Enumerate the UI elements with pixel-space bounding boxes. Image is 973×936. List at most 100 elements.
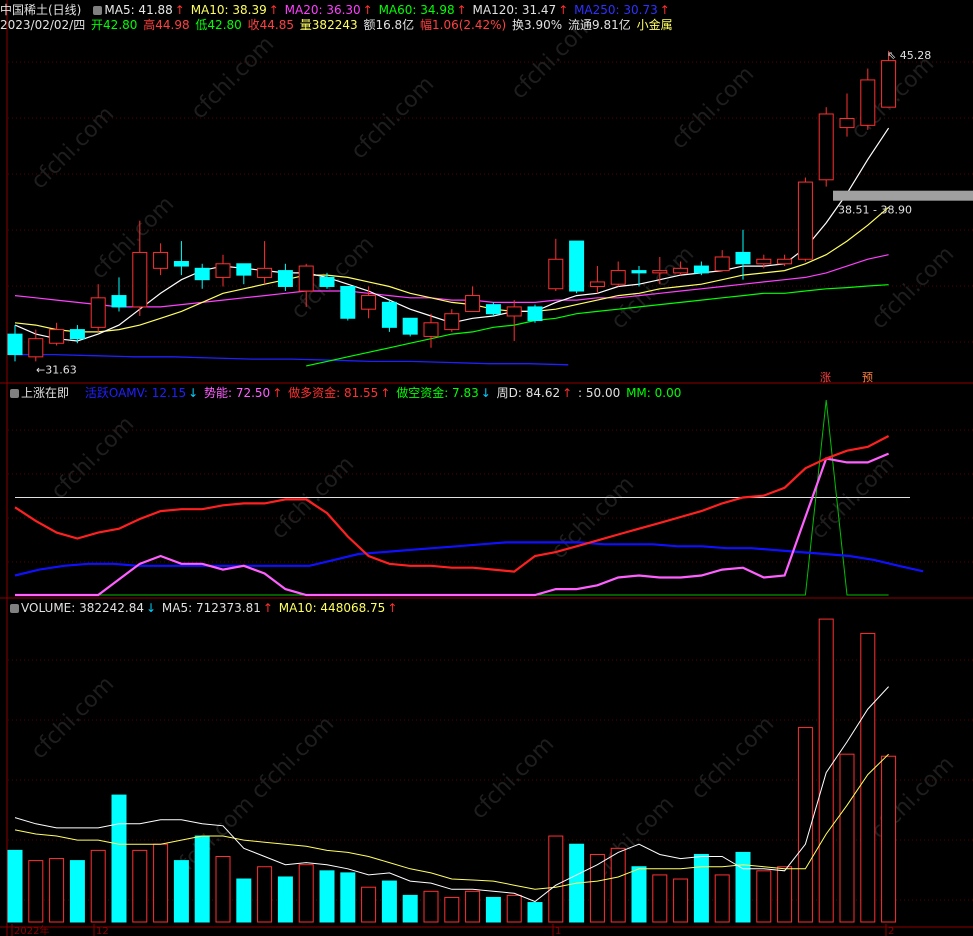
volume-settings-icon[interactable] — [10, 604, 19, 613]
candle — [839, 118, 855, 129]
volume-bar — [465, 890, 481, 923]
candle — [340, 285, 356, 319]
ma-settings-icon[interactable] — [93, 6, 103, 15]
candle — [756, 258, 772, 265]
volume-bar — [402, 894, 418, 923]
open-label: 开42.80 — [91, 18, 138, 32]
candle — [319, 276, 335, 287]
volume-bar — [298, 864, 314, 923]
volume-bar — [652, 874, 668, 923]
volume-bar — [673, 878, 689, 923]
volume-bar — [277, 876, 293, 923]
volume-bar — [215, 856, 231, 923]
ma250-label: MA250: 30.73 — [574, 3, 658, 17]
ma120-label: MA120: 31.47 — [472, 3, 557, 17]
high-label: 高44.98 — [143, 18, 190, 32]
ma60-label: MA60: 34.98 — [378, 3, 455, 17]
volume-value: VOLUME: 382242.84 — [21, 601, 144, 615]
vol-ma5-label: MA5: 712373.81 — [161, 601, 261, 615]
candle — [693, 265, 709, 274]
low-label: 低42.80 — [195, 18, 242, 32]
price-header-row1: 中国稀土(日线) MA5: 41.88 ↑ MA10: 38.39 ↑ MA20: 3… — [0, 3, 670, 17]
candle — [28, 338, 44, 358]
date-label: 2023/02/02/四 — [0, 18, 86, 32]
volume-bar — [506, 894, 522, 923]
candle — [797, 181, 813, 260]
volume-bar — [381, 880, 397, 923]
amount-label: 额16.8亿 — [363, 18, 415, 32]
candle — [485, 304, 501, 315]
volume-bar — [610, 847, 626, 923]
candle — [589, 281, 605, 287]
volume-bar — [90, 849, 106, 923]
volume-bar — [735, 851, 751, 923]
volume-bar — [173, 860, 189, 923]
x-tick-label: 2022年 — [14, 924, 49, 936]
candle — [277, 270, 293, 287]
candle — [527, 306, 543, 322]
tag-forecast: 预 — [862, 371, 873, 384]
high-marker-label: ⇖ 45.28 — [887, 49, 931, 62]
candle — [777, 258, 793, 265]
candle — [194, 267, 210, 281]
candle — [215, 263, 231, 278]
mm-label: MM: 0.00 — [626, 386, 682, 400]
level-label: : 50.00 — [578, 386, 621, 400]
stock-name[interactable]: 中国稀土(日线) — [0, 3, 81, 17]
volume-bar — [777, 866, 793, 923]
candle — [735, 251, 751, 265]
candle — [652, 270, 668, 274]
indicator-name[interactable]: 上涨在即 — [21, 386, 69, 400]
candle — [236, 263, 252, 276]
price-header-row2: 2023/02/02/四 开42.80 高44.98 低42.80 收44.85… — [0, 18, 675, 32]
week-d-label: 周D: 84.62 — [496, 386, 561, 400]
volume-bar — [423, 890, 439, 923]
ma10-label: MA10: 38.39 — [190, 3, 267, 17]
volume-bar — [881, 755, 897, 923]
close-label: 收44.85 — [247, 18, 294, 32]
sector-label[interactable]: 小金属 — [637, 18, 673, 32]
volume-bar — [444, 896, 460, 923]
volume-bar — [49, 858, 65, 923]
indicator-settings-icon[interactable] — [10, 389, 19, 398]
vol-ma10-label: MA10: 448068.75 — [278, 601, 386, 615]
candle — [548, 258, 564, 290]
volume-bar — [361, 886, 377, 923]
oamv-label: 活跃OAMV: 12.15 — [84, 386, 187, 400]
volume-bar — [693, 853, 709, 923]
turnover-label: 换3.90% — [512, 18, 563, 32]
volume-bar — [631, 866, 647, 923]
candle — [257, 267, 273, 278]
tag-limit-up: 涨 — [820, 371, 831, 384]
candle — [298, 265, 314, 292]
candle — [7, 333, 23, 356]
candle — [444, 313, 460, 331]
candle — [402, 317, 418, 335]
long-funds-label: 做多资金: 81.55 — [288, 386, 379, 400]
short-funds-label: 做空资金: 7.83 — [396, 386, 479, 400]
cost-label: 38.51 - 38.90 — [838, 204, 912, 217]
volume-bar — [756, 870, 772, 923]
volume-bar — [714, 874, 730, 923]
ma20-label: MA20: 36.30 — [284, 3, 361, 17]
momentum-label: 势能: 72.50 — [203, 386, 271, 400]
volume-bar — [28, 860, 44, 923]
candle — [506, 306, 522, 317]
candle — [610, 270, 626, 285]
volume-bar — [839, 753, 855, 923]
candle — [881, 60, 897, 108]
x-tick-label: 2 — [888, 926, 894, 936]
candle — [381, 301, 397, 328]
volume-bar — [132, 849, 148, 923]
candle — [173, 261, 189, 267]
float-label: 流通9.81亿 — [568, 18, 631, 32]
volume-bar — [485, 896, 501, 923]
volume-label: 量382243 — [299, 18, 358, 32]
cost-band — [833, 190, 973, 201]
stock-chart[interactable]: cfchi.comcfchi.com cfchi.comcfchi.comcfch… — [0, 0, 973, 936]
ma5-label: MA5: 41.88 — [104, 3, 173, 17]
volume-bar — [111, 794, 127, 923]
volume-bar — [797, 727, 813, 923]
volume-bar — [257, 866, 273, 923]
volume-header: VOLUME: 382242.84 ↓ MA5: 712373.81 ↑ MA10:… — [0, 601, 399, 615]
